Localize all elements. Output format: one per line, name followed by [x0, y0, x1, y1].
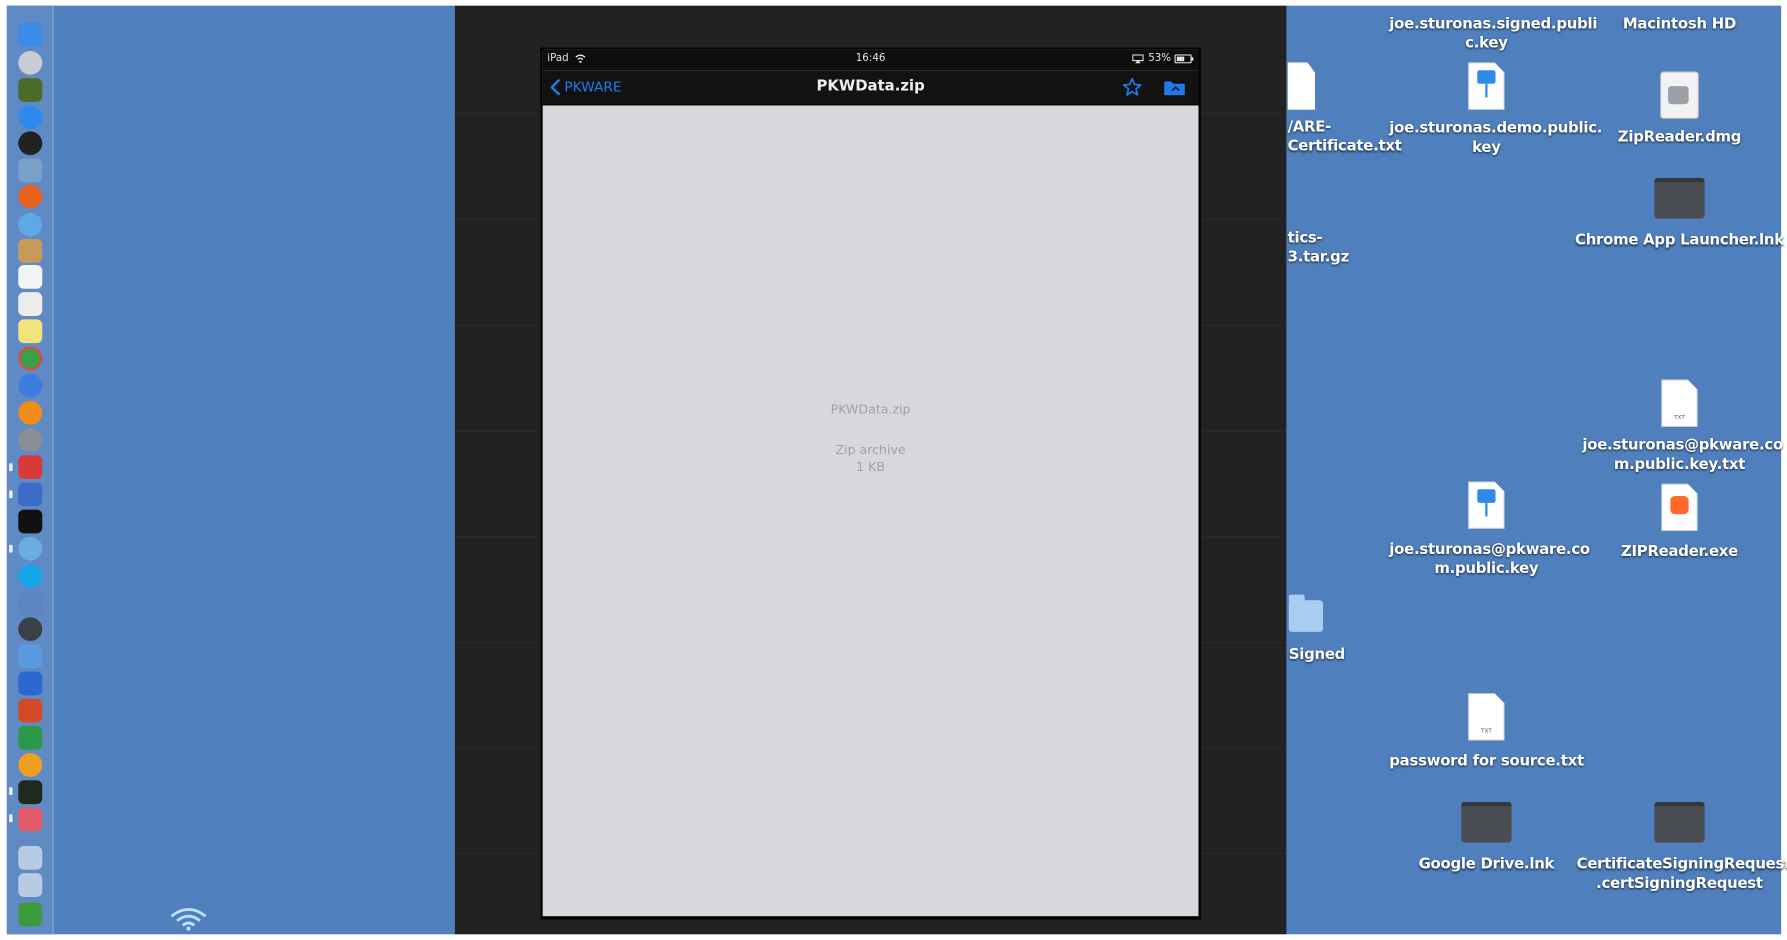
finder-icon[interactable]: [18, 22, 43, 47]
skype-icon[interactable]: [18, 563, 43, 588]
running-indicator: [9, 463, 13, 472]
dock: [6, 5, 54, 935]
wifi-icon[interactable]: [169, 906, 208, 931]
vmware-icon[interactable]: [18, 482, 43, 507]
disk-image-icon: [1660, 71, 1699, 119]
xcode-icon[interactable]: [18, 591, 43, 615]
desktop-icon-public-key[interactable]: joe.sturonas@pkware.co m.public.key: [1389, 481, 1590, 578]
file-type: Zip archive: [835, 442, 906, 458]
desktop-icon-label: Signed: [1288, 646, 1346, 664]
network-icon[interactable]: [18, 536, 43, 561]
outlook-icon[interactable]: [18, 753, 43, 777]
desktop-icon-label: ZipReader.dmg: [1617, 129, 1742, 147]
desktop-icon-label: Google Drive.lnk: [1418, 856, 1555, 874]
mission-control-icon[interactable]: [18, 78, 43, 102]
keynote-file-icon: [1468, 62, 1505, 110]
desktop-icon-google-drive[interactable]: Google Drive.lnk: [1389, 801, 1583, 874]
desktop-icon-label: joe.sturonas.signed.publi c.key: [1389, 15, 1598, 53]
ios-nav-bar: PKWARE PKWData.zip: [542, 70, 1199, 106]
tools-icon[interactable]: [18, 644, 43, 669]
shortcut-file-icon: [1654, 801, 1705, 843]
launchpad-icon[interactable]: [18, 50, 43, 75]
activity-monitor-icon[interactable]: [18, 780, 43, 805]
desktop-icon-chrome-launcher[interactable]: Chrome App Launcher.lnk: [1573, 177, 1786, 250]
documents-stack-icon[interactable]: [18, 845, 43, 870]
nav-title: PKWData.zip: [816, 78, 925, 96]
dashboard-icon[interactable]: [18, 131, 43, 156]
folder-action-icon[interactable]: [1163, 78, 1186, 96]
photo-booth-icon[interactable]: [18, 455, 43, 480]
status-time: 16:46: [855, 53, 886, 65]
desktop-left: [6, 5, 455, 935]
battery-percent: 53%: [1148, 53, 1172, 65]
desktop-icon-label: joe.sturonas.demo.public. key: [1389, 120, 1603, 157]
desktop-icon-signed-folder[interactable]: Signed: [1288, 594, 1346, 665]
contacts-icon[interactable]: [18, 238, 43, 263]
desktop-icon-csr[interactable]: CertificateSigningRequest .certSigningRe…: [1576, 801, 1787, 894]
running-indicator: [9, 814, 13, 823]
desktop-icon-label: joe.sturonas@pkware.co m.public.key.txt: [1582, 437, 1783, 474]
file-size: 1 KB: [856, 459, 886, 475]
preview-icon[interactable]: [18, 158, 43, 183]
folder-icon: [1288, 594, 1324, 632]
executable-file-icon: [1661, 483, 1698, 532]
textedit-icon[interactable]: [18, 292, 43, 316]
desktop-icon-label: Chrome App Launcher.lnk: [1575, 232, 1784, 250]
ios-status-bar: iPad 16:46 53%: [542, 49, 1199, 71]
powerpoint-icon[interactable]: [18, 698, 43, 723]
airplay-icon: [1132, 54, 1144, 64]
file-name: PKWData.zip: [830, 402, 911, 417]
star-icon[interactable]: [1122, 77, 1143, 97]
desktop-icon-signed-key[interactable]: joe.sturonas.signed.publi c.key: [1389, 15, 1598, 54]
ipad-screen: iPad 16:46 53% PKWARE PKWData.zip PKWDat…: [542, 49, 1199, 917]
desktop-icon-label: Macintosh HD: [1622, 15, 1737, 33]
firefox-icon[interactable]: [18, 184, 43, 209]
text-file-icon[interactable]: [1287, 62, 1316, 110]
desktop-icon-label: ZIPReader.exe: [1620, 543, 1738, 561]
desktop-icon-label: password for source.txt: [1389, 753, 1584, 771]
itunes-icon[interactable]: [18, 373, 43, 398]
running-indicator: [9, 490, 13, 499]
system-preferences-icon[interactable]: [18, 428, 43, 452]
running-indicator: [9, 787, 13, 796]
desktop-icon-zipreader-exe[interactable]: ZIPReader.exe: [1582, 483, 1776, 562]
terminal-icon[interactable]: [18, 509, 43, 534]
desktop-icon-label: tics- 3.tar.gz: [1287, 229, 1350, 267]
desktop-icon-public-key-txt[interactable]: TXT joe.sturonas@pkware.co m.public.key.…: [1582, 379, 1783, 474]
calendar-icon[interactable]: [18, 265, 43, 289]
screen-sharing-icon[interactable]: [18, 807, 43, 832]
ibooks-icon[interactable]: [18, 400, 43, 425]
text-file-icon: TXT: [1468, 693, 1505, 741]
keynote-file-icon: [1468, 481, 1505, 529]
chrome-icon[interactable]: [18, 346, 43, 371]
desktop-icon-label: CertificateSigningRequest .certSigningRe…: [1576, 856, 1787, 893]
desktop-icon-macintosh-hd[interactable]: Macintosh HD: [1582, 15, 1776, 34]
stickies-icon[interactable]: [18, 319, 43, 344]
quicktime-icon[interactable]: [18, 617, 43, 641]
desktop-icon-label: /ARE- Certificate.txt: [1287, 118, 1402, 156]
app-store-icon[interactable]: [18, 105, 43, 130]
file-info-panel: PKWData.zip Zip archive 1 KB: [543, 401, 1199, 476]
screenshot-frame: iPad 16:46 53% PKWARE PKWData.zip PKWDat…: [0, 0, 1787, 940]
battery-icon: [1174, 54, 1194, 64]
shortcut-file-icon: [1654, 177, 1705, 219]
shortcut-file-icon: [1461, 801, 1512, 843]
trash-icon[interactable]: [18, 902, 43, 927]
desktop-icon-pkware-cert[interactable]: /ARE- Certificate.txt: [1288, 118, 1402, 157]
word-icon[interactable]: [18, 671, 43, 696]
desktop-icon-demo-key[interactable]: joe.sturonas.demo.public. key: [1389, 62, 1603, 157]
text-file-icon: TXT: [1661, 379, 1698, 427]
desktop-icon-label: joe.sturonas@pkware.co m.public.key: [1389, 541, 1590, 578]
excel-icon[interactable]: [18, 725, 43, 750]
desktop-icon-tar-gz[interactable]: tics- 3.tar.gz: [1287, 229, 1350, 268]
downloads-stack-icon[interactable]: [18, 873, 43, 897]
safari-icon[interactable]: [18, 212, 43, 237]
running-indicator: [9, 544, 13, 553]
desktop-icon-zipreader-dmg[interactable]: ZipReader.dmg: [1582, 71, 1776, 147]
screen-canvas: iPad 16:46 53% PKWARE PKWData.zip PKWDat…: [0, 0, 1787, 940]
desktop-icon-password-txt[interactable]: TXT password for source.txt: [1389, 693, 1584, 771]
